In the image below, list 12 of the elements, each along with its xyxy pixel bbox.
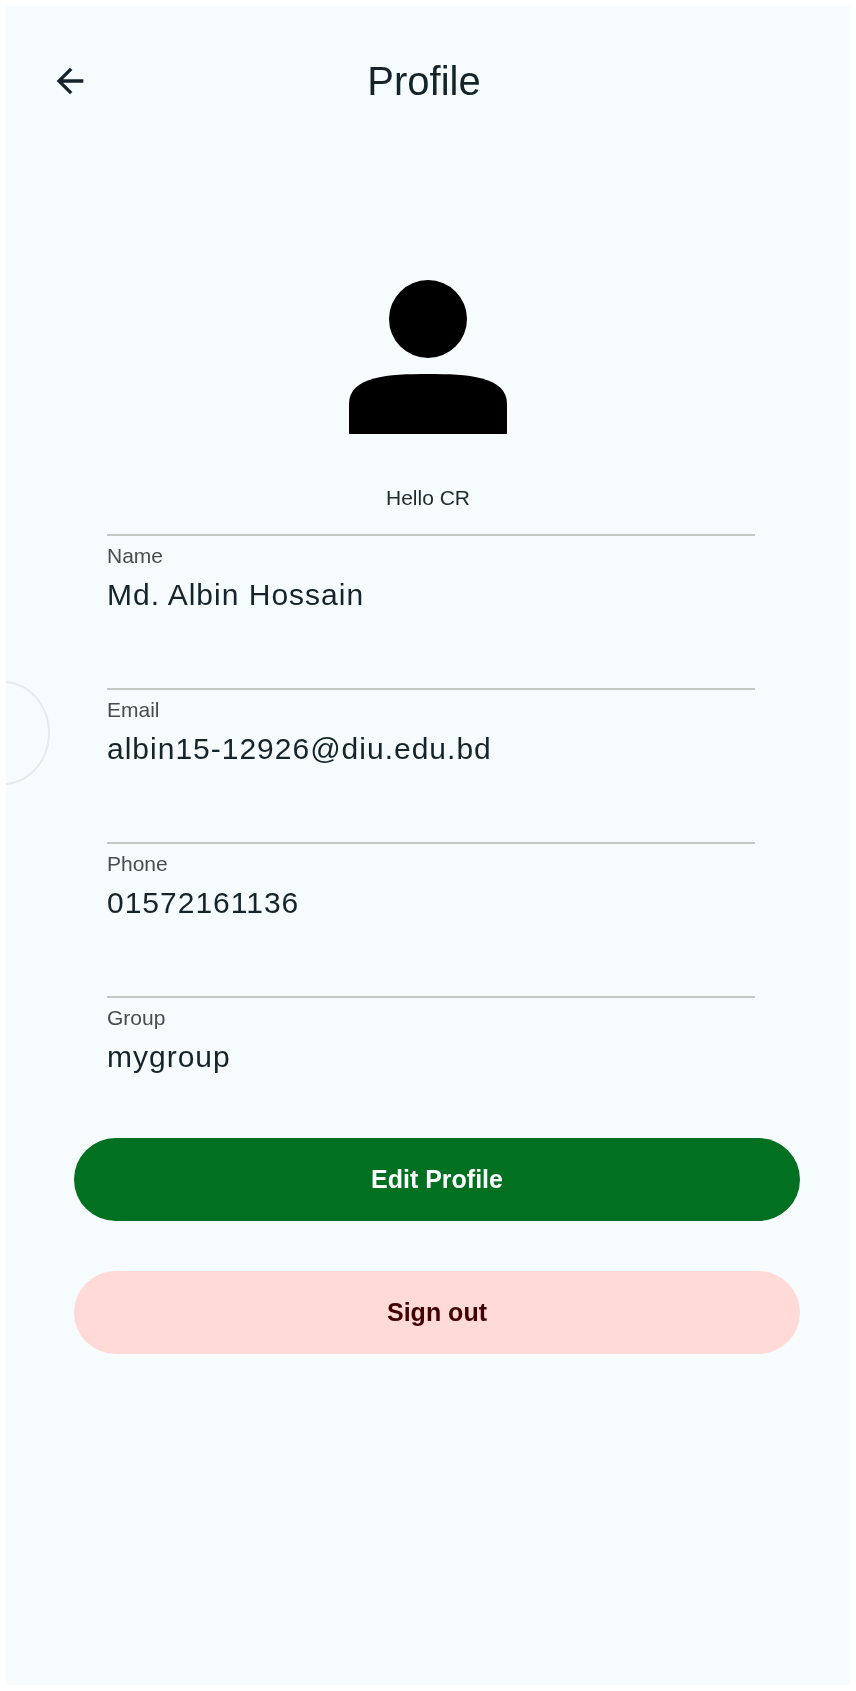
field-label: Name xyxy=(107,544,165,568)
field-value: albin15-12926@diu.edu.bd xyxy=(107,732,493,766)
page-title: Profile xyxy=(366,58,482,104)
greeting-text: Hello CR xyxy=(385,486,471,510)
field-label: Group xyxy=(107,1006,167,1030)
sign-out-button[interactable]: Sign out xyxy=(74,1271,800,1354)
field-value: Md. Albin Hossain xyxy=(107,578,366,612)
edit-profile-button[interactable]: Edit Profile xyxy=(74,1138,800,1221)
field-value: 01572161136 xyxy=(107,886,301,920)
field-label: Email xyxy=(107,698,161,722)
field-value: mygroup xyxy=(107,1040,232,1074)
field-label: Phone xyxy=(107,852,169,876)
